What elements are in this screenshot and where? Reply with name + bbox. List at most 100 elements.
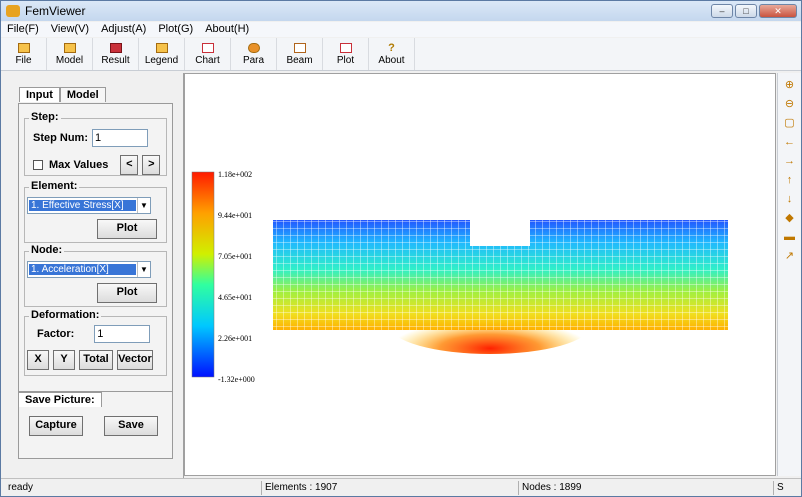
toolbar-model-label: Model (55, 54, 84, 66)
save-button[interactable]: Save (104, 416, 158, 436)
menu-about[interactable]: About(H) (199, 22, 255, 37)
para-icon (247, 42, 260, 53)
plot-canvas[interactable]: 1.18e+002 9.44e+001 7.05e+001 4.65e+001 … (184, 73, 776, 476)
toolbar-result-button[interactable]: Result (93, 38, 139, 70)
toolbar-plot-button[interactable]: Plot (323, 38, 369, 70)
legend-tick-1: 1.18e+002 (218, 170, 252, 179)
toolbar-beam-button[interactable]: Beam (277, 38, 323, 70)
factor-input[interactable] (94, 325, 151, 343)
dot-icon[interactable]: ◆ (782, 211, 798, 225)
close-button[interactable]: ✕ (759, 4, 797, 18)
diagonal-arrow-icon[interactable]: ↗ (782, 249, 798, 263)
menu-plot[interactable]: Plot(G) (152, 22, 199, 37)
legend-tick-3: 7.05e+001 (218, 252, 252, 261)
mesh-opening (470, 220, 530, 246)
chart-icon (201, 42, 214, 53)
element-group-label: Element: (29, 180, 80, 192)
status-text: ready (8, 482, 34, 493)
color-legend-bar (191, 171, 215, 378)
node-group: Node: 1. Acceleration[X] ▼ Plot (24, 244, 167, 307)
toolbar-result-label: Result (101, 54, 130, 66)
menu-adjust[interactable]: Adjust(A) (95, 22, 152, 37)
deform-vector-button[interactable]: Vector (117, 350, 153, 370)
legend-tick-6: -1.32e+000 (218, 375, 255, 384)
node-group-label: Node: (29, 244, 65, 256)
pan-left-icon[interactable]: ← (782, 135, 798, 149)
elements-count: Elements : 1907 (261, 481, 516, 495)
fe-mesh (273, 220, 728, 354)
node-select-value: 1. Acceleration[X] (29, 264, 136, 275)
plot-icon (339, 42, 352, 53)
toolbar-model-button[interactable]: Model (47, 38, 93, 70)
element-select-value: 1. Effective Stress[X] (29, 200, 136, 211)
legend-tick-2: 9.44e+001 (218, 211, 252, 220)
title-bar: FemViewer – □ ✕ (1, 1, 801, 21)
max-values-checkbox[interactable] (33, 160, 43, 170)
step-num-label: Step Num: (33, 132, 88, 144)
menu-bar: File(F) View(V) Adjust(A) Plot(G) About(… (1, 22, 801, 37)
deformation-group: Deformation: Factor: X Y Total Vector (24, 309, 167, 376)
toolbar-chart-button[interactable]: Chart (185, 38, 231, 70)
open-folder-icon (17, 42, 30, 53)
control-panel: Input Model Step: Step Num: Max Values <… (4, 73, 184, 478)
save-picture-panel: Save Picture: Capture Save (18, 391, 173, 459)
status-bar: ready Elements : 1907 Nodes : 1899 S (1, 478, 801, 496)
save-picture-label: Save Picture: (18, 392, 102, 407)
prev-step-button[interactable]: < (120, 155, 139, 175)
toolbar-legend-label: Legend (144, 54, 179, 66)
contour-plot: 1.18e+002 9.44e+001 7.05e+001 4.65e+001 … (191, 170, 728, 384)
about-icon: ? (388, 41, 395, 54)
deformation-group-label: Deformation: (29, 309, 102, 321)
next-step-button[interactable]: > (142, 155, 161, 175)
chevron-down-icon: ▼ (137, 198, 150, 213)
deform-total-button[interactable]: Total (79, 350, 113, 370)
nodes-count: Nodes : 1899 (518, 481, 773, 495)
toolbar-file-button[interactable]: File (1, 38, 47, 70)
maximize-button[interactable]: □ (735, 4, 757, 18)
app-window: FemViewer – □ ✕ File(F) View(V) Adjust(A… (0, 0, 802, 497)
legend-tick-5: 2.26e+001 (218, 334, 252, 343)
factor-label: Factor: (37, 328, 75, 340)
step-group-label: Step: (29, 111, 61, 123)
toolbar-legend-button[interactable]: Legend (139, 38, 185, 70)
toolbar-para-button[interactable]: Para (231, 38, 277, 70)
fit-icon[interactable]: ▢ (782, 116, 798, 130)
app-logo-icon (6, 5, 20, 17)
capture-button[interactable]: Capture (29, 416, 83, 436)
pan-up-icon[interactable]: ↑ (782, 173, 798, 187)
deform-x-button[interactable]: X (27, 350, 49, 370)
element-plot-button[interactable]: Plot (97, 219, 157, 239)
toolbar-about-label: About (378, 54, 405, 66)
beam-icon (293, 42, 306, 53)
element-select[interactable]: 1. Effective Stress[X] ▼ (27, 197, 151, 214)
menu-view[interactable]: View(V) (45, 22, 95, 37)
step-num-input[interactable] (92, 129, 148, 147)
pan-down-icon[interactable]: ↓ (782, 192, 798, 206)
result-icon (109, 42, 122, 53)
toolbar-beam-label: Beam (286, 54, 313, 66)
window-title: FemViewer (25, 4, 86, 18)
element-group: Element: 1. Effective Stress[X] ▼ Plot (24, 180, 167, 243)
deform-y-button[interactable]: Y (53, 350, 75, 370)
minimize-button[interactable]: – (711, 4, 733, 18)
tab-input[interactable]: Input (19, 87, 60, 102)
max-values-label: Max Values (49, 159, 109, 171)
toolbar-plot-label: Plot (336, 54, 355, 66)
input-tab-pane: Step: Step Num: Max Values < > Element: … (18, 103, 173, 405)
zoom-in-icon[interactable]: ⊕ (782, 78, 798, 92)
rect-icon[interactable]: ▬ (782, 230, 798, 244)
legend-tick-4: 4.65e+001 (218, 293, 252, 302)
toolbar-about-button[interactable]: ? About (369, 38, 415, 70)
toolbar-file-label: File (15, 54, 32, 66)
node-select[interactable]: 1. Acceleration[X] ▼ (27, 261, 151, 278)
toolbar-para-label: Para (242, 54, 265, 66)
node-plot-button[interactable]: Plot (97, 283, 157, 303)
tab-model[interactable]: Model (59, 87, 106, 102)
pan-right-icon[interactable]: → (782, 154, 798, 168)
chevron-down-icon: ▼ (137, 262, 150, 277)
view-tools: ⊕ ⊖ ▢ ← → ↑ ↓ ◆ ▬ ↗ (777, 73, 801, 476)
menu-file[interactable]: File(F) (1, 22, 45, 37)
toolbar: File Model Result Legend Chart Para Beam… (1, 38, 801, 71)
zoom-out-icon[interactable]: ⊖ (782, 97, 798, 111)
step-group: Step: Step Num: Max Values < > (24, 111, 167, 176)
